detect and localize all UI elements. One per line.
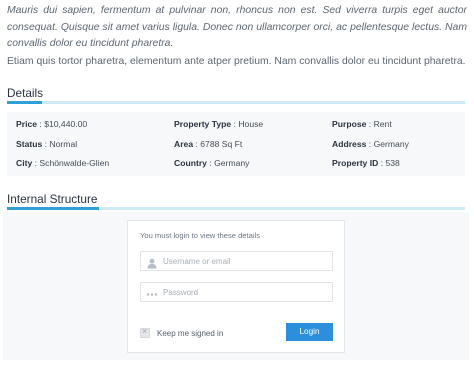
- password-field[interactable]: [140, 282, 333, 302]
- detail-label: City: [16, 158, 33, 168]
- detail-value: Germany: [373, 139, 409, 149]
- description-paragraph: Etiam quis tortor pharetra, elementum an…: [7, 56, 466, 67]
- password-input[interactable]: [163, 285, 328, 300]
- description-paragraph-italic: Mauris dui sapien, fermentum at pulvinar…: [7, 5, 467, 49]
- detail-value: 6788 Sq Ft: [200, 139, 243, 149]
- detail-status: Status : Normal: [16, 139, 78, 149]
- internal-structure-title: Internal Structure: [7, 192, 98, 206]
- details-panel: Price : $10,440.00 Property Type : House…: [7, 112, 465, 176]
- detail-label: Property Type: [174, 119, 232, 129]
- detail-label: Country: [174, 158, 207, 168]
- detail-label: Status: [16, 139, 43, 149]
- detail-label: Purpose: [332, 119, 367, 129]
- detail-property-id: Property ID : 538: [332, 158, 400, 168]
- keep-signed-in-checkbox[interactable]: [140, 326, 150, 338]
- details-title: Details: [7, 86, 44, 100]
- detail-address: Address : Germany: [332, 139, 409, 149]
- detail-value: Germany: [214, 158, 250, 168]
- detail-label: Area: [174, 139, 194, 149]
- detail-value: House: [238, 119, 264, 129]
- detail-value: Normal: [49, 139, 78, 149]
- internal-structure-section-header: Internal Structure: [7, 192, 465, 210]
- detail-city: City : Schönwalde-Glien: [16, 158, 110, 168]
- detail-property-type: Property Type : House: [174, 119, 264, 129]
- user-icon: [146, 256, 158, 269]
- login-button[interactable]: Login: [286, 323, 333, 341]
- keep-signed-in-label: Keep me signed in: [157, 329, 224, 338]
- username-field[interactable]: [140, 251, 333, 271]
- detail-value: 538: [385, 158, 400, 168]
- username-input[interactable]: [163, 254, 328, 269]
- detail-purpose: Purpose : Rent: [332, 119, 392, 129]
- section-divider: [7, 101, 465, 104]
- detail-label: Price: [16, 119, 38, 129]
- login-form: You must login to view these details Kee…: [127, 220, 345, 353]
- detail-area: Area : 6788 Sq Ft: [174, 139, 243, 149]
- detail-label: Property ID: [332, 158, 379, 168]
- detail-value: Schönwalde-Glien: [39, 158, 110, 168]
- detail-label: Address: [332, 139, 367, 149]
- detail-country: Country : Germany: [174, 158, 250, 168]
- details-section-header: Details: [7, 86, 465, 104]
- password-dots-icon: [146, 287, 158, 298]
- section-divider-accent: [7, 207, 99, 210]
- login-required-note: You must login to view these details: [140, 231, 261, 240]
- detail-price: Price : $10,440.00: [16, 119, 88, 129]
- section-divider-accent: [7, 101, 42, 104]
- detail-value: $10,440.00: [44, 119, 88, 129]
- detail-value: Rent: [373, 119, 392, 129]
